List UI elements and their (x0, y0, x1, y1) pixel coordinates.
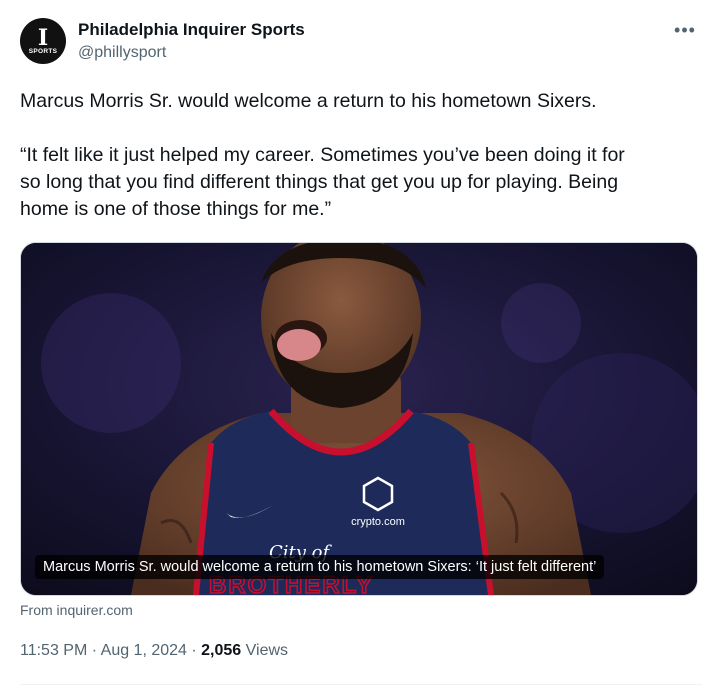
tweet-paragraph-2-line-3: home is one of those things for me.” (20, 198, 332, 220)
tweet-paragraph-1: Marcus Morris Sr. would welcome a return… (20, 90, 597, 112)
jersey-sponsor: crypto.com (351, 516, 405, 528)
tweet-meta: 11:53 PM · Aug 1, 2024 · 2,056 Views (20, 642, 288, 660)
tweet-paragraph-2-line-2: so long that you find different things t… (20, 171, 619, 193)
tweet-time[interactable]: 11:53 PM (20, 642, 87, 659)
meta-separator: · (186, 642, 202, 659)
media-caption: Marcus Morris Sr. would welcome a return… (35, 555, 605, 579)
more-horizontal-icon: ••• (674, 19, 696, 40)
player-photo: crypto.com City of BROTHERLY (21, 243, 697, 595)
author-name[interactable]: Philadelphia Inquirer Sports (78, 20, 305, 40)
more-button[interactable]: ••• (670, 18, 700, 42)
avatar-logo-letter: I (37, 25, 49, 51)
meta-separator: · (87, 642, 101, 659)
tweet-date[interactable]: Aug 1, 2024 (101, 642, 187, 659)
source-link[interactable]: From inquirer.com (20, 602, 133, 618)
tweet-card: I SPORTS Philadelphia Inquirer Sports @p… (0, 0, 722, 690)
avatar[interactable]: I SPORTS (20, 18, 66, 64)
tweet-paragraph-2-line-1: “It felt like it just helped my career. … (20, 144, 625, 166)
divider (20, 684, 702, 685)
views-count: 2,056 (201, 642, 242, 659)
author-handle[interactable]: @phillysport (78, 44, 166, 62)
views-label: Views (241, 642, 289, 659)
avatar-logo-sub: SPORTS (28, 48, 58, 55)
tweet-text: Marcus Morris Sr. would welcome a return… (20, 88, 700, 223)
link-preview-card[interactable]: crypto.com City of BROTHERLY Marcus Morr… (20, 242, 698, 596)
